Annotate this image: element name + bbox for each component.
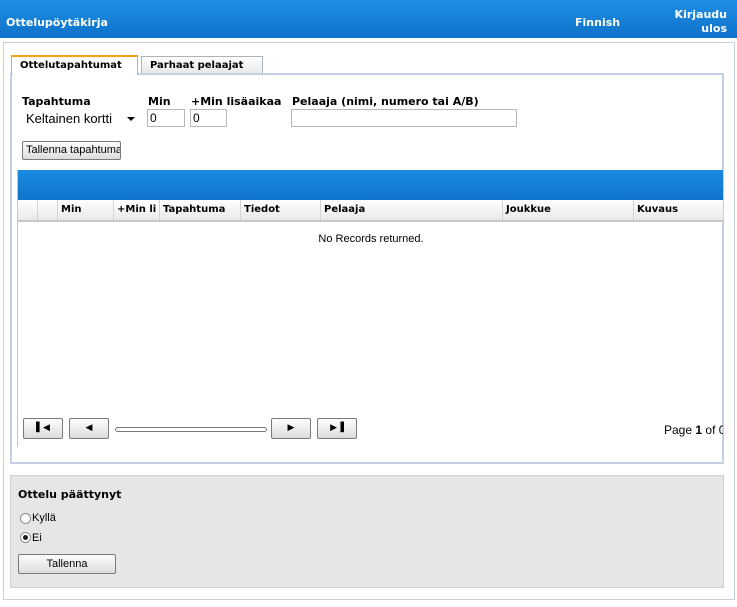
save-match-status-button[interactable]: Tallenna — [18, 554, 116, 574]
logout-link[interactable]: Kirjaudu ulos — [675, 8, 727, 36]
next-page-button[interactable]: ▶ — [271, 418, 311, 439]
skip-to-end-icon: ▶▐ — [330, 423, 344, 433]
minute-input[interactable]: 0 — [147, 109, 185, 127]
extra-minute-label: +Min lisäaikaa — [191, 95, 282, 108]
minute-label: Min — [148, 95, 171, 108]
triangle-right-icon: ▶ — [287, 423, 295, 433]
grid-col-team[interactable]: Joukkue — [502, 200, 633, 220]
match-ended-yes-radio[interactable] — [20, 513, 31, 524]
logout-label-line2: ulos — [701, 22, 727, 35]
page-of-total: of 0 — [705, 423, 723, 437]
page-current: 1 — [695, 423, 703, 437]
match-ended-panel: Ottelu päättynyt Kyllä Ei Tallenna — [10, 475, 724, 588]
match-ended-no-radio[interactable] — [20, 532, 31, 543]
match-ended-yes-label[interactable]: Kyllä — [32, 512, 56, 524]
event-type-label: Tapahtuma — [22, 95, 91, 108]
grid-col-description[interactable]: Kuvaus — [633, 200, 723, 220]
page-info: Page 1 of 0 — [664, 423, 723, 437]
app-title: Ottelupöytäkirja — [6, 16, 108, 29]
tab-ottelutapahtumat[interactable]: Ottelutapahtumat — [11, 55, 138, 75]
grid-col-event[interactable]: Tapahtuma — [159, 200, 240, 220]
event-type-select[interactable]: Keltainen kortti — [22, 109, 139, 128]
grid-empty-message: No Records returned. — [318, 233, 424, 245]
grid-col-expand — [18, 200, 37, 220]
match-ended-heading: Ottelu päättynyt — [18, 488, 122, 501]
events-grid: Min +Min li Tapahtuma Tiedot Pelaaja Jou… — [17, 170, 723, 447]
player-label: Pelaaja (nimi, numero tai A/B) — [292, 95, 479, 108]
player-input[interactable] — [291, 109, 517, 127]
grid-col-details[interactable]: Tiedot — [240, 200, 320, 220]
grid-pager: ▌◀ ◀ ▶ ▶▐ Page 1 of 0 — [18, 418, 723, 440]
save-event-button[interactable]: Tallenna tapahtuma — [22, 141, 121, 160]
logout-label-line1: Kirjaudu — [674, 8, 727, 21]
page-slider[interactable] — [115, 427, 267, 432]
language-link[interactable]: Finnish — [575, 16, 620, 29]
first-page-button[interactable]: ▌◀ — [23, 418, 63, 439]
grid-header: Min +Min li Tapahtuma Tiedot Pelaaja Jou… — [18, 200, 723, 222]
match-ended-no-label[interactable]: Ei — [32, 532, 42, 544]
last-page-button[interactable]: ▶▐ — [317, 418, 357, 439]
tab-parhaat-pelaajat[interactable]: Parhaat pelaajat — [141, 56, 263, 74]
extra-minute-input[interactable]: 0 — [190, 109, 227, 127]
top-bar: Ottelupöytäkirja Finnish Kirjaudu ulos — [0, 0, 737, 38]
event-type-selected-value: Keltainen kortti — [26, 111, 112, 126]
page-prefix: Page — [664, 423, 693, 437]
previous-page-button[interactable]: ◀ — [69, 418, 109, 439]
grid-toolbar — [18, 170, 723, 200]
chevron-down-icon — [127, 117, 135, 121]
skip-to-start-icon: ▌◀ — [36, 423, 50, 433]
grid-col-select — [37, 200, 57, 220]
grid-col-extra-min[interactable]: +Min li — [113, 200, 159, 220]
grid-col-player[interactable]: Pelaaja — [320, 200, 502, 220]
grid-col-min[interactable]: Min — [57, 200, 113, 220]
triangle-left-icon: ◀ — [85, 423, 93, 433]
